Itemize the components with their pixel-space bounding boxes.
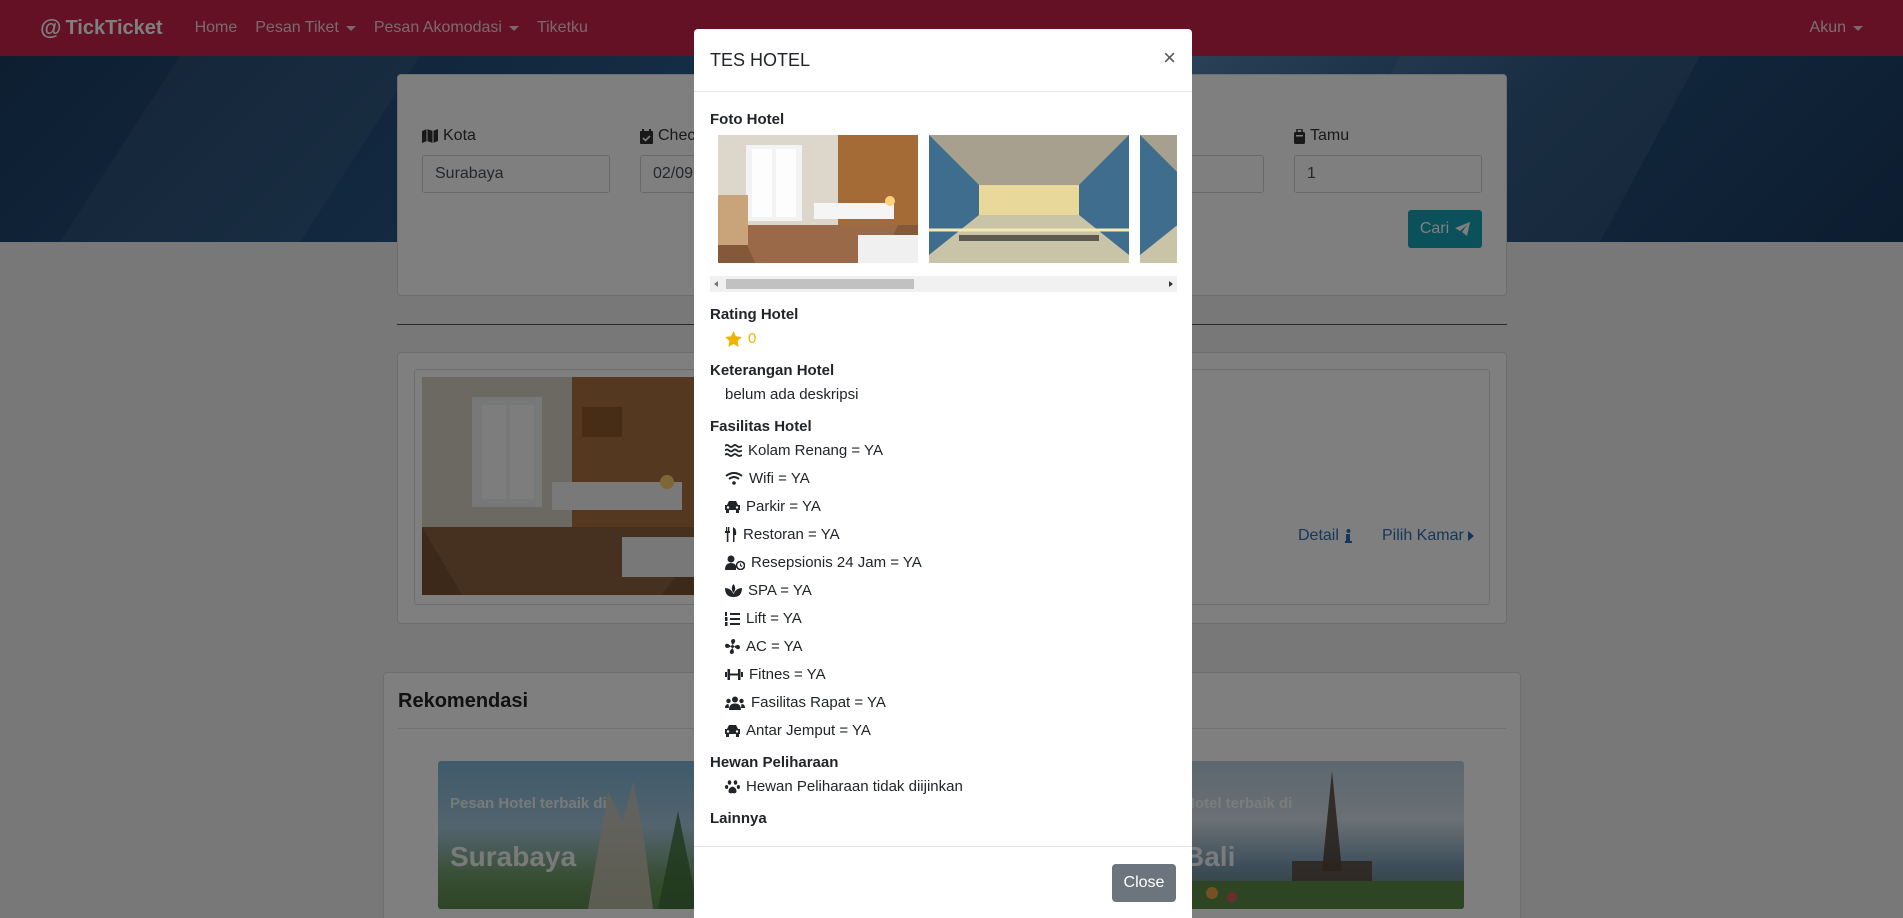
facility-text: Wifi = YA bbox=[749, 470, 810, 487]
facility-text: Fasilitas Rapat = YA bbox=[751, 694, 886, 711]
car-icon bbox=[725, 501, 740, 513]
facility-item: Antar Jemput = YA bbox=[725, 722, 871, 739]
gallery-scrollbar[interactable] bbox=[710, 276, 1177, 292]
fan-icon bbox=[725, 639, 740, 654]
hewan-peliharaan-title: Hewan Peliharaan bbox=[710, 754, 839, 771]
modal-title: TES HOTEL bbox=[710, 50, 811, 70]
dumbbell-icon bbox=[725, 669, 743, 680]
modal-footer: Close bbox=[694, 846, 1192, 918]
rating-value: 0 bbox=[725, 330, 756, 347]
facility-text: Fitnes = YA bbox=[749, 666, 826, 683]
facility-text: Antar Jemput = YA bbox=[746, 722, 871, 739]
car-icon bbox=[725, 725, 740, 737]
users-icon bbox=[725, 696, 745, 710]
hotel-photo-room[interactable] bbox=[718, 135, 918, 263]
facility-item: SPA = YA bbox=[725, 582, 812, 599]
star-icon bbox=[725, 330, 742, 347]
facility-item: Wifi = YA bbox=[725, 470, 810, 487]
keterangan-hotel-title: Keterangan Hotel bbox=[710, 362, 835, 379]
facility-text: Restoran = YA bbox=[743, 526, 840, 543]
modal-header: TES HOTEL × bbox=[694, 29, 1192, 92]
spa-icon bbox=[725, 584, 742, 597]
lainnya-title: Lainnya bbox=[710, 810, 767, 827]
fasilitas-hotel-title: Fasilitas Hotel bbox=[710, 418, 812, 435]
facility-item: Resepsionis 24 Jam = YA bbox=[725, 554, 922, 571]
facility-text: Lift = YA bbox=[746, 610, 802, 627]
hotel-detail-modal: TES HOTEL × Foto Hotel Rating Hotel 0 Ke… bbox=[694, 29, 1192, 918]
rating-hotel-title: Rating Hotel bbox=[710, 306, 799, 323]
facility-text: AC = YA bbox=[746, 638, 803, 655]
facility-item: Kolam Renang = YA bbox=[725, 442, 883, 459]
close-button[interactable]: Close bbox=[1112, 864, 1176, 902]
scrollbar-thumb[interactable] bbox=[726, 279, 914, 289]
user-clock-icon bbox=[725, 555, 745, 570]
close-icon[interactable]: × bbox=[1163, 47, 1176, 69]
photo-gallery[interactable] bbox=[710, 135, 1177, 263]
list-ol-icon bbox=[725, 611, 740, 626]
hotel-photo-hall[interactable] bbox=[929, 135, 1129, 263]
scroll-right-arrow-icon[interactable] bbox=[1169, 281, 1173, 287]
rating-number: 0 bbox=[748, 330, 757, 347]
facility-item: Parkir = YA bbox=[725, 498, 821, 515]
wifi-icon bbox=[725, 472, 743, 485]
facility-text: SPA = YA bbox=[748, 582, 812, 599]
hewan-peliharaan-value: Hewan Peliharaan tidak diijinkan bbox=[725, 778, 963, 795]
facility-item: Fitnes = YA bbox=[725, 666, 826, 683]
paw-icon bbox=[725, 779, 740, 793]
facility-item: AC = YA bbox=[725, 638, 803, 655]
scroll-left-arrow-icon[interactable] bbox=[714, 281, 718, 287]
foto-hotel-title: Foto Hotel bbox=[710, 111, 785, 128]
facility-text: Parkir = YA bbox=[746, 498, 821, 515]
keterangan-value: belum ada deskripsi bbox=[725, 386, 859, 403]
facility-text: Resepsionis 24 Jam = YA bbox=[751, 554, 922, 571]
facility-item: Fasilitas Rapat = YA bbox=[725, 694, 886, 711]
water-icon bbox=[725, 444, 742, 457]
facility-text: Kolam Renang = YA bbox=[748, 442, 883, 459]
facility-item: Restoran = YA bbox=[725, 526, 840, 543]
facility-item: Lift = YA bbox=[725, 610, 802, 627]
hewan-peliharaan-text: Hewan Peliharaan tidak diijinkan bbox=[746, 778, 963, 795]
hotel-photo-hall-2[interactable] bbox=[1140, 135, 1177, 263]
utensils-icon bbox=[725, 527, 737, 542]
